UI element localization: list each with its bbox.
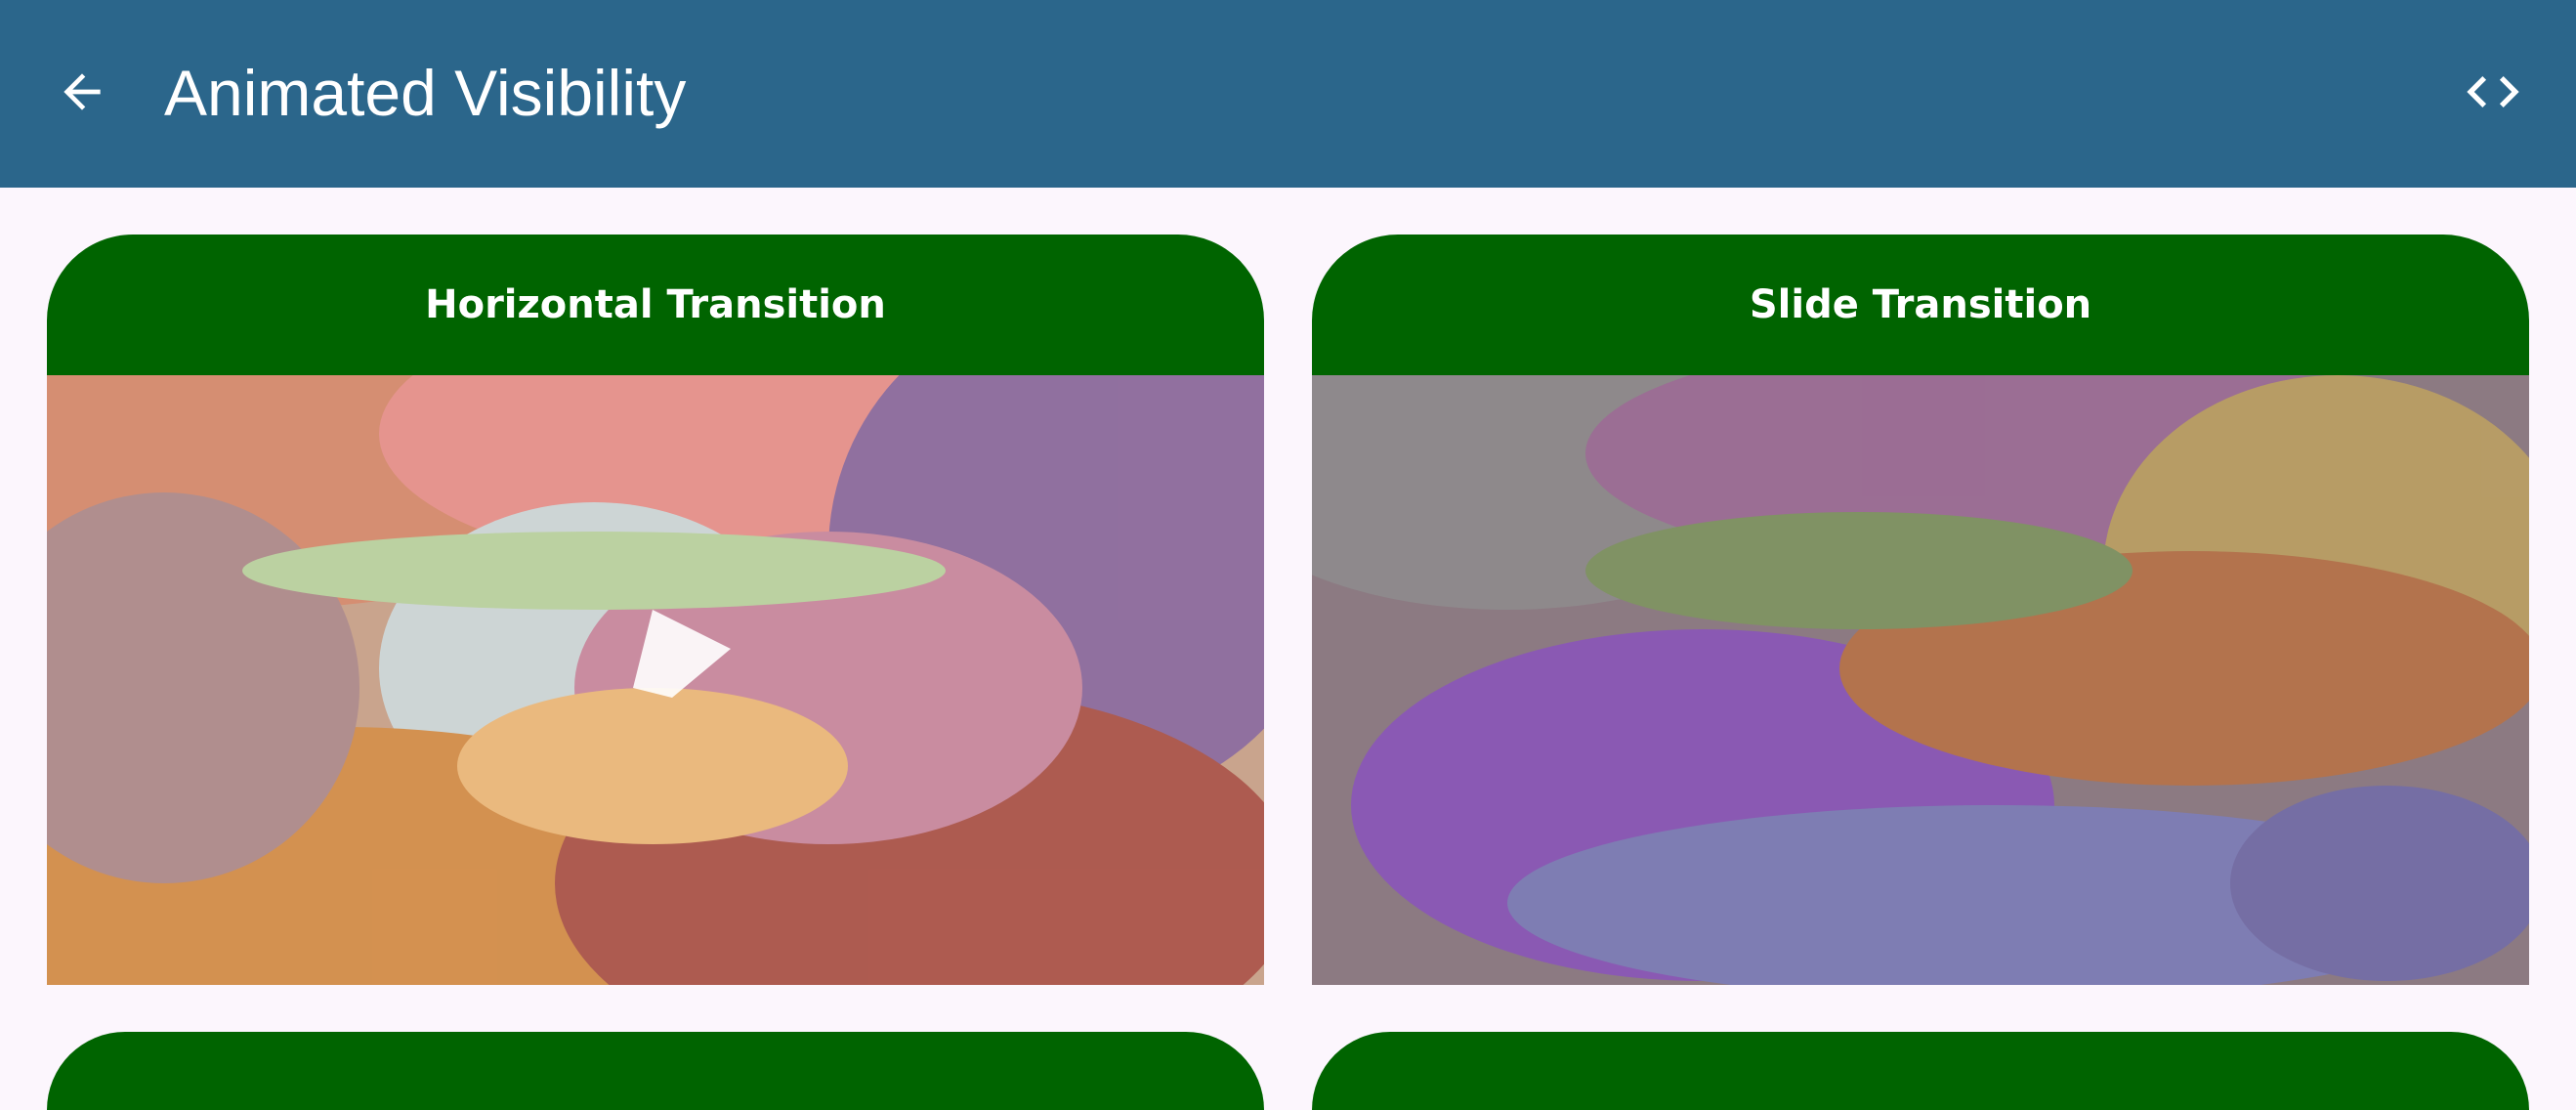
card-next-right[interactable] (1312, 1032, 2529, 1110)
card-horizontal-transition[interactable]: Horizontal Transition (47, 235, 1264, 985)
card-title: Slide Transition (1312, 235, 2529, 375)
abstract-image (1312, 375, 2529, 985)
view-code-button[interactable] (2458, 57, 2528, 127)
card-next-left[interactable] (47, 1032, 1264, 1110)
code-icon (2467, 76, 2519, 107)
card-slide-transition[interactable]: Slide Transition (1312, 235, 2529, 985)
top-app-bar: Animated Visibility (0, 0, 2576, 188)
arrow-back-icon (63, 73, 101, 110)
abstract-image (47, 375, 1264, 985)
back-button[interactable] (47, 57, 117, 127)
page-title: Animated Visibility (164, 57, 687, 129)
card-title: Horizontal Transition (47, 235, 1264, 375)
